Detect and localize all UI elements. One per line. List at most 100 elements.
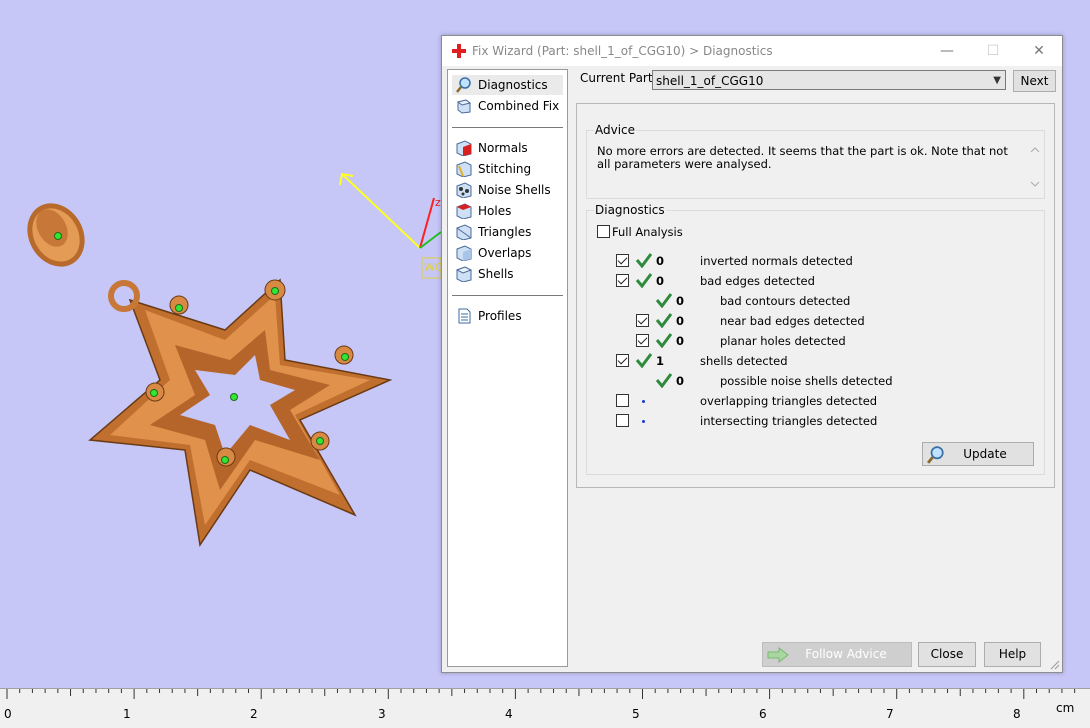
diag-label: possible noise shells detected (720, 374, 893, 388)
diag-label: near bad edges detected (720, 314, 865, 328)
ruler-label: 3 (378, 707, 386, 721)
fix-wizard-window: Fix Wizard (Part: shell_1_of_CGG10) > Di… (441, 35, 1063, 673)
z-axis-label: z (435, 196, 441, 209)
full-analysis-checkbox[interactable] (597, 225, 610, 238)
diag-checkbox-inverted-normals[interactable] (616, 254, 629, 267)
nav-item-normals[interactable]: Normals (452, 138, 528, 158)
nav-item-diagnostics[interactable]: Diagnostics (452, 75, 563, 95)
green-check-icon (655, 313, 673, 328)
magnifier-icon (456, 77, 471, 93)
diag-checkbox-planar-holes[interactable] (636, 334, 649, 347)
normals-cube-icon (456, 140, 472, 156)
ruler-label: 5 (632, 707, 640, 721)
nav-item-holes[interactable]: Holes (452, 201, 511, 221)
nav-item-profiles[interactable]: Profiles (452, 306, 522, 326)
title-bar[interactable]: Fix Wizard (Part: shell_1_of_CGG10) > Di… (442, 36, 1062, 66)
follow-advice-button[interactable]: Follow Advice (762, 642, 912, 667)
ruler-label: 0 (4, 707, 12, 721)
green-arrow-icon (767, 647, 789, 663)
diagnostics-panel: Advice No more errors are detected. It s… (576, 103, 1055, 488)
green-check-icon (635, 273, 653, 288)
nav-label: Triangles (478, 225, 532, 239)
pending-dot-icon (642, 400, 645, 403)
full-analysis-label: Full Analysis (612, 225, 683, 239)
wizard-nav: Diagnostics Combined Fix Normals Stitchi… (447, 69, 568, 667)
diag-count: 0 (676, 294, 685, 308)
minimize-button[interactable]: — (924, 36, 970, 66)
nav-item-shells[interactable]: Shells (452, 264, 514, 284)
document-icon (458, 308, 471, 324)
nav-item-overlaps[interactable]: Overlaps (452, 243, 531, 263)
nav-label: Shells (478, 267, 514, 281)
diag-label: inverted normals detected (700, 254, 853, 268)
green-check-icon (635, 253, 653, 268)
green-check-icon (655, 293, 673, 308)
star-pendant-part (88, 278, 393, 548)
diag-label: overlapping triangles detected (700, 394, 878, 408)
ruler-label: 6 (759, 707, 767, 721)
combined-fix-icon (456, 99, 472, 114)
advice-text: No more errors are detected. It seems th… (597, 144, 1008, 171)
diag-label: planar holes detected (720, 334, 846, 348)
nav-label: Overlaps (478, 246, 532, 260)
pending-dot-icon (642, 420, 645, 423)
diag-checkbox-near-bad-edges[interactable] (636, 314, 649, 327)
ruler-unit: cm (1056, 701, 1075, 715)
holes-cube-icon (456, 203, 472, 219)
next-button[interactable]: Next (1013, 70, 1056, 92)
follow-advice-label: Follow Advice (805, 647, 887, 661)
help-button[interactable]: Help (984, 642, 1041, 667)
stitching-cube-icon (456, 161, 472, 177)
diagnostics-title: Diagnostics (594, 203, 666, 217)
nav-separator (452, 127, 563, 128)
advice-scrollbar[interactable] (1028, 143, 1042, 191)
maximize-button[interactable]: ☐ (970, 36, 1016, 66)
current-part-value: shell_1_of_CGG10 (656, 74, 764, 88)
diag-count: 0 (676, 334, 685, 348)
triangles-cube-icon (456, 224, 472, 240)
ruler-label: 8 (1013, 707, 1021, 721)
ruler-label: 4 (505, 707, 513, 721)
resize-grip-icon[interactable] (1048, 658, 1060, 670)
diag-label: shells detected (700, 354, 788, 368)
overlaps-cube-icon (456, 245, 472, 261)
update-button[interactable]: Update (922, 442, 1034, 466)
close-button[interactable]: Close (918, 642, 976, 667)
nav-item-noise-shells[interactable]: Noise Shells (452, 180, 551, 200)
chevron-down-icon: ▼ (993, 75, 1001, 86)
nav-label: Profiles (478, 309, 522, 323)
diag-label: intersecting triangles detected (700, 414, 878, 428)
green-check-icon (655, 373, 673, 388)
nav-label: Noise Shells (478, 183, 551, 197)
ruler-label: 7 (886, 707, 894, 721)
nav-label: Stitching (478, 162, 532, 176)
diag-checkbox-overlapping-triangles[interactable] (616, 394, 629, 407)
green-check-icon (635, 353, 653, 368)
diagnostics-group: Diagnostics Full Analysis 0 inverted nor… (586, 203, 1045, 475)
shells-cube-icon (456, 266, 472, 282)
nav-item-triangles[interactable]: Triangles (452, 222, 531, 242)
noise-shells-icon (456, 182, 472, 198)
diag-count: 0 (656, 254, 665, 268)
green-check-icon (655, 333, 673, 348)
close-window-button[interactable]: ✕ (1016, 36, 1062, 66)
diag-checkbox-intersecting-triangles[interactable] (616, 414, 629, 427)
bottom-ruler: 0 1 2 3 4 5 6 7 8 cm (0, 688, 1090, 728)
nav-item-combined-fix[interactable]: Combined Fix (452, 96, 559, 116)
nav-label: Diagnostics (478, 78, 548, 92)
ruler-label: 2 (250, 707, 258, 721)
diag-count: 0 (676, 374, 685, 388)
advice-title: Advice (594, 123, 637, 137)
red-cross-icon (452, 44, 466, 58)
diag-count: 1 (656, 354, 665, 368)
diag-checkbox-bad-edges[interactable] (616, 274, 629, 287)
diag-checkbox-shells[interactable] (616, 354, 629, 367)
diag-count: 0 (676, 314, 685, 328)
magnifier-icon (927, 446, 944, 464)
window-title: Fix Wizard (Part: shell_1_of_CGG10) > Di… (472, 44, 773, 58)
current-part-select[interactable]: shell_1_of_CGG10 ▼ (652, 70, 1006, 90)
update-label: Update (963, 447, 1007, 461)
nav-label: Combined Fix (478, 99, 560, 113)
nav-item-stitching[interactable]: Stitching (452, 159, 531, 179)
current-part-label: Current Part: (580, 71, 657, 85)
